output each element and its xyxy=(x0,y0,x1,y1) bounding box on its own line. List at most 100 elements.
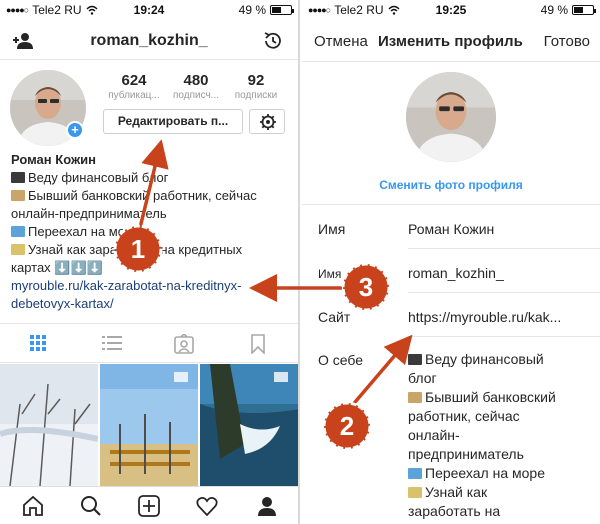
followers-count: 480 xyxy=(183,72,209,89)
bank-emoji-icon xyxy=(408,392,422,403)
nav-activity[interactable] xyxy=(196,495,218,522)
list-view-tab[interactable] xyxy=(102,334,122,357)
status-bar: ●●●●○ Tele2 RU 19:25 49 % xyxy=(302,0,600,20)
nav-new-post[interactable] xyxy=(138,495,160,522)
profile-screen: ●●●●○ Tele2 RU 19:24 49 % roman_kozhin_ xyxy=(0,0,300,524)
history-icon[interactable] xyxy=(262,30,284,52)
card-emoji-icon xyxy=(408,487,422,498)
name-input[interactable]: Роман Кожин xyxy=(408,221,494,237)
bio-line: блог xyxy=(408,370,437,386)
field-username[interactable]: Имя ... roman_kozhin_ xyxy=(302,251,600,293)
beach-emoji-icon xyxy=(408,468,422,479)
post-thumbnail[interactable] xyxy=(0,364,98,486)
cancel-button[interactable]: Отмена xyxy=(314,33,368,50)
saved-tab[interactable] xyxy=(250,334,266,359)
post-thumbnail[interactable] xyxy=(200,364,298,486)
bio-line: Веду финансовый xyxy=(408,350,598,369)
profile-name: Роман Кожин xyxy=(11,152,97,167)
field-label: Имя ... xyxy=(318,267,355,281)
profile-header: roman_kozhin_ xyxy=(0,22,298,60)
following-count: 92 xyxy=(247,72,265,89)
post-thumbnail[interactable] xyxy=(100,364,198,486)
bio-line: онлайн-предприниматель xyxy=(11,206,167,221)
bio-link[interactable]: myrouble.ru/kak-zarabotat-na-kreditnyx- xyxy=(11,277,291,295)
field-label: Имя xyxy=(318,221,346,237)
profile-bio: Роман Кожин Веду финансовый блог Бывший … xyxy=(11,151,291,313)
divider xyxy=(408,336,600,337)
battery-icon xyxy=(270,5,294,15)
edit-profile-button[interactable]: Редактировать п... xyxy=(103,109,243,134)
battery-info: 49 % xyxy=(540,3,596,17)
battery-info: 49 % xyxy=(238,3,294,17)
add-post-icon xyxy=(138,495,160,517)
posts-count: 624 xyxy=(121,72,147,89)
edit-profile-screen: ●●●●○ Tele2 RU 19:25 49 % Отмена Изменит… xyxy=(302,0,600,524)
bio-line: Бывший банковский работник, сейчас xyxy=(11,187,291,205)
stat-posts[interactable]: 624 публикац... xyxy=(102,72,166,101)
sea-waves-photo xyxy=(200,364,298,486)
bio-line: Узнай как заработать на кредитных xyxy=(11,241,291,259)
bio-link-continued[interactable]: debetovyx-kartax/ xyxy=(11,295,291,313)
profile-avatar-large[interactable] xyxy=(406,72,496,162)
battery-percent: 49 % xyxy=(540,3,568,17)
stat-followers[interactable]: 480 подписч... xyxy=(164,72,228,101)
profile-username: roman_kozhin_ xyxy=(90,32,208,49)
nav-search[interactable] xyxy=(80,495,102,522)
list-icon xyxy=(102,336,122,350)
bio-line: Веду финансовый блог xyxy=(11,169,291,187)
bio-line: заработать на xyxy=(408,503,501,519)
nav-home[interactable] xyxy=(22,495,44,522)
bio-line: картах ⬇️⬇️⬇️ xyxy=(11,260,103,275)
profile-tabs xyxy=(0,323,298,363)
battery-icon xyxy=(572,5,596,15)
edit-profile-header: Отмена Изменить профиль Готово xyxy=(302,22,600,62)
bio-line: Переехал на море xyxy=(408,464,598,483)
field-label: О себе xyxy=(318,352,364,368)
field-label: Сайт xyxy=(318,309,351,325)
followers-label: подписч... xyxy=(172,90,220,101)
home-icon xyxy=(23,495,43,516)
search-icon xyxy=(81,496,101,516)
edit-profile-title: Изменить профиль xyxy=(378,33,523,50)
nav-profile[interactable] xyxy=(256,495,278,522)
grid-icon xyxy=(30,335,46,351)
change-photo-link[interactable]: Сменить фото профиля xyxy=(302,178,600,192)
bio-line: Переехал на море xyxy=(11,223,291,241)
bio-line: Узнай как xyxy=(408,483,598,502)
done-button[interactable]: Готово xyxy=(544,33,590,50)
field-website[interactable]: Сайт https://myrouble.ru/kak... xyxy=(302,295,600,337)
beach-emoji-icon xyxy=(11,226,25,237)
stat-following[interactable]: 92 подписки xyxy=(224,72,288,101)
laptop-emoji-icon xyxy=(408,354,422,365)
bio-line: онлайн- xyxy=(408,427,460,443)
bookmark-icon xyxy=(251,334,265,355)
bank-emoji-icon xyxy=(11,190,25,201)
gear-icon xyxy=(260,114,276,130)
website-input[interactable]: https://myrouble.ru/kak... xyxy=(408,309,561,325)
options-button[interactable] xyxy=(249,109,285,134)
bio-line: работник, сейчас xyxy=(408,408,520,424)
grid-view-tab[interactable] xyxy=(29,334,47,357)
tagged-photos-icon xyxy=(174,332,194,354)
laptop-emoji-icon xyxy=(11,172,25,183)
avatar-photo xyxy=(406,72,496,162)
add-story-icon[interactable]: + xyxy=(66,121,84,139)
bio-line: Бывший банковский xyxy=(408,388,598,407)
bottom-navigation xyxy=(0,486,298,524)
heart-icon xyxy=(196,497,218,517)
field-name[interactable]: Имя Роман Кожин xyxy=(302,207,600,249)
playground-photo xyxy=(100,364,198,486)
snowy-trees-photo xyxy=(0,364,98,486)
divider xyxy=(408,248,600,249)
posts-label: публикац... xyxy=(108,90,160,101)
bio-input[interactable]: Веду финансовый блог Бывший банковский р… xyxy=(408,350,598,521)
following-label: подписки xyxy=(234,90,278,101)
bio-line: предприниматель xyxy=(408,446,524,462)
status-bar: ●●●●○ Tele2 RU 19:24 49 % xyxy=(0,0,298,20)
divider xyxy=(408,292,600,293)
tagged-tab[interactable] xyxy=(174,332,194,359)
battery-percent: 49 % xyxy=(238,3,266,17)
card-emoji-icon xyxy=(11,244,25,255)
username-input[interactable]: roman_kozhin_ xyxy=(408,265,504,281)
profile-icon xyxy=(258,497,276,516)
